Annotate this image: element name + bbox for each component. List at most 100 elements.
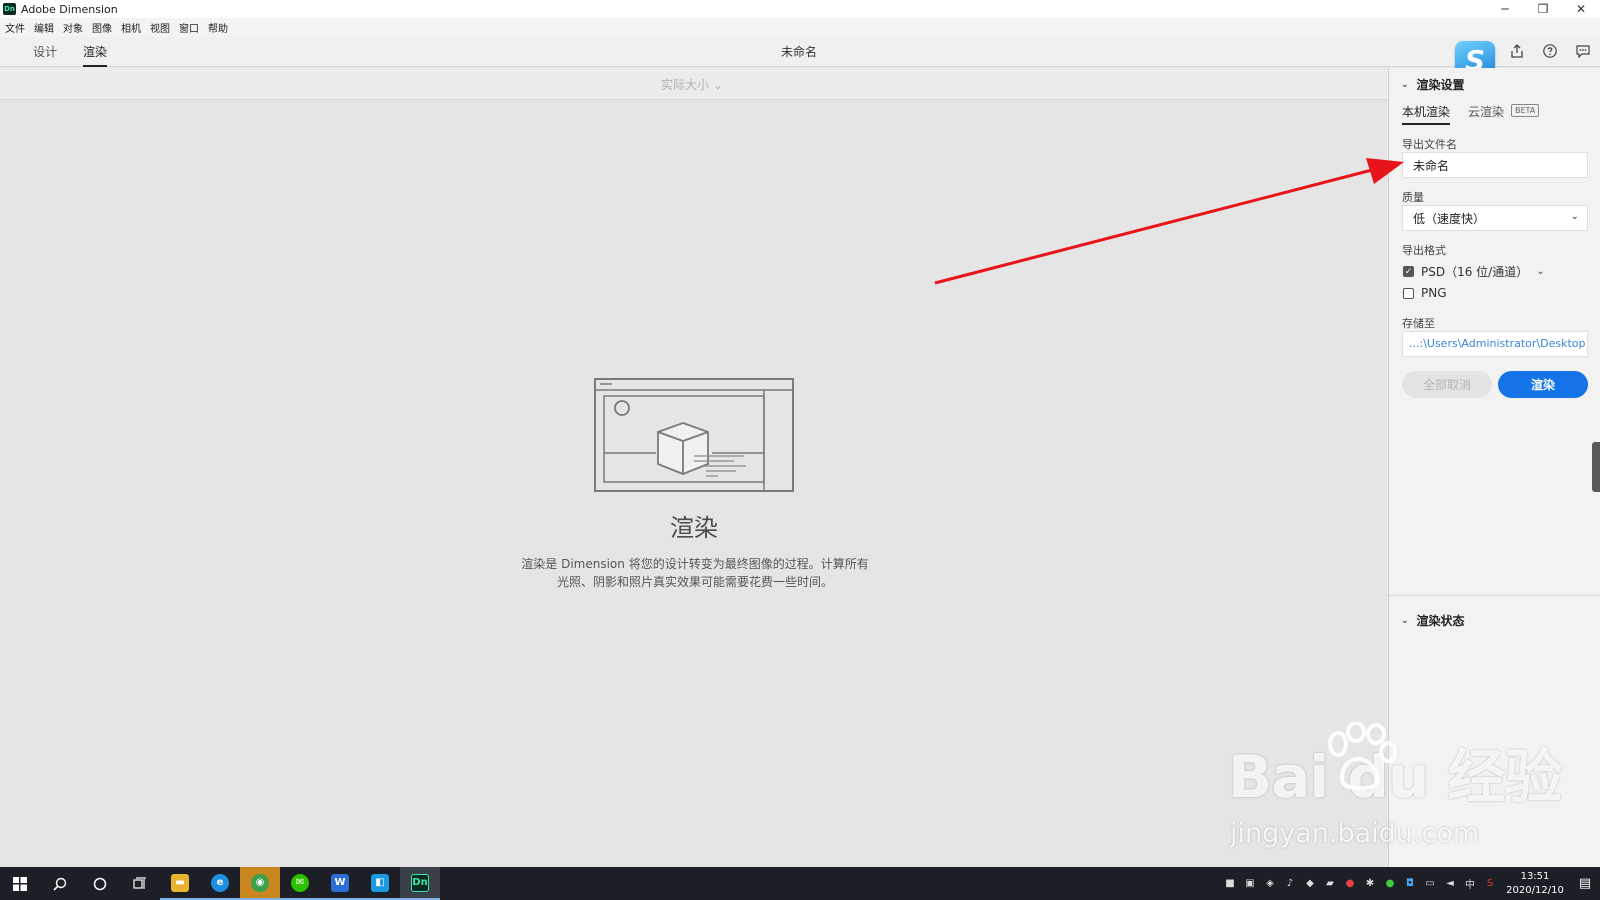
watermark-url: jingyan.baidu.com [1230, 818, 1480, 849]
taskbar-app-writer[interactable]: W [320, 867, 360, 900]
render-settings-title: 渲染设置 [1416, 78, 1465, 92]
baidu-watermark: Bai du 经验 jingyan.baidu.com [1228, 722, 1562, 849]
network-icon[interactable]: ▭ [1420, 867, 1440, 900]
shield-icon[interactable]: ◘ [1400, 867, 1420, 900]
filename-input[interactable] [1402, 152, 1588, 178]
tray-app-icon[interactable]: ▣ [1240, 867, 1260, 900]
system-tray: ■ ▣ ◈ ♪ ◆ ▰ ● ✱ ● ◘ ▭ ◄ 中 S 13:51 2020/1… [1220, 867, 1600, 900]
workspace-tab-bar: 设计 渲染 未命名 S [0, 37, 1600, 79]
tray-app-icon[interactable]: ✱ [1360, 867, 1380, 900]
restore-button[interactable]: ❐ [1524, 0, 1562, 18]
render-status-title: 渲染状态 [1416, 614, 1465, 628]
render-canvas: 渲染 渲染是 Dimension 将您的设计转变为最终图像的过程。计算所有光照、… [0, 100, 1388, 867]
menu-view[interactable]: 视图 [150, 20, 170, 35]
cortana-icon[interactable] [80, 867, 120, 900]
save-to-label: 存储至 [1402, 317, 1435, 330]
tab-cloud-render[interactable]: 云渲染 [1468, 103, 1504, 123]
png-checkbox[interactable] [1403, 287, 1414, 299]
menu-camera[interactable]: 相机 [121, 20, 141, 35]
windows-taskbar: ▬ e ◉ ✉ W ◧ Dn ■ ▣ ◈ ♪ ◆ ▰ ● ✱ ● ◘ ▭ ◄ 中… [0, 867, 1600, 900]
volume-icon[interactable]: ◄ [1440, 867, 1460, 900]
tab-local-render[interactable]: 本机渲染 [1402, 103, 1451, 125]
taskbar-app-dimension[interactable]: Dn [400, 867, 440, 900]
system-clock[interactable]: 13:51 2020/12/10 [1500, 870, 1570, 898]
format-psd-option[interactable]: ✓ PSD（16 位/通道） ⌄ [1403, 263, 1545, 280]
chevron-down-icon[interactable]: ⌄ [1536, 266, 1544, 277]
quality-value: 低（速度快） [1413, 212, 1486, 226]
canvas-zoom-bar: 实际大小 ⌄ [0, 68, 1388, 100]
menu-bar: 文件 编辑 对象 图像 相机 视图 窗口 帮助 [0, 18, 1600, 37]
tray-app-icon[interactable]: ◈ [1260, 867, 1280, 900]
export-format-label: 导出格式 [1402, 244, 1446, 257]
chevron-down-icon: ⌄ [1401, 79, 1409, 90]
png-label: PNG [1421, 286, 1447, 300]
share-icon[interactable] [1509, 43, 1525, 59]
beta-badge: BETA [1511, 104, 1540, 117]
menu-edit[interactable]: 编辑 [34, 20, 54, 35]
taskbar-app-file-explorer[interactable]: ▬ [160, 867, 200, 900]
task-view-icon[interactable] [120, 867, 160, 900]
wechat-tray-icon[interactable]: ● [1380, 867, 1400, 900]
render-illustration-icon [594, 378, 794, 492]
save-path-field[interactable]: ...:\Users\Administrator\Desktop [1402, 331, 1588, 357]
quality-label: 质量 [1402, 191, 1424, 204]
menu-window[interactable]: 窗口 [179, 20, 199, 35]
tray-app-icon[interactable]: ● [1340, 867, 1360, 900]
close-button[interactable]: ✕ [1562, 0, 1600, 18]
writer-icon: W [331, 873, 349, 892]
baidu-paw-logo [1328, 722, 1397, 791]
canvas-description: 渲染是 Dimension 将您的设计转变为最终图像的过程。计算所有光照、阴影和… [521, 557, 869, 589]
psd-checkbox[interactable]: ✓ [1403, 266, 1414, 277]
menu-help[interactable]: 帮助 [208, 20, 228, 35]
dimension-icon: Dn [411, 873, 429, 892]
cancel-all-button[interactable]: 全部取消 [1402, 371, 1492, 398]
clock-time: 13:51 [1520, 870, 1550, 882]
nvidia-icon[interactable]: ▰ [1320, 867, 1340, 900]
sogou-icon[interactable]: S [1480, 867, 1500, 900]
taskbar-app-green[interactable]: ◉ [240, 867, 280, 900]
tray-app-icon[interactable]: ■ [1220, 867, 1240, 900]
format-png-option[interactable]: PNG [1403, 286, 1447, 300]
zoom-dropdown[interactable]: 实际大小 ⌄ [661, 76, 723, 93]
document-title: 未命名 [781, 45, 818, 59]
app-icon: ◧ [371, 873, 389, 892]
taskbar-app-edge[interactable]: e [200, 867, 240, 900]
minimize-button[interactable]: ─ [1486, 0, 1524, 18]
input-method-indicator[interactable]: 中 [1460, 867, 1480, 900]
search-icon[interactable] [40, 867, 80, 900]
window-title: Adobe Dimension [21, 2, 118, 16]
window-controls: ─ ❐ ✕ [1486, 0, 1600, 18]
menu-image[interactable]: 图像 [92, 20, 112, 35]
microphone-icon[interactable]: ♪ [1280, 867, 1300, 900]
folder-icon: ▬ [171, 873, 189, 892]
app-icon: ◉ [251, 873, 269, 892]
render-settings-header[interactable]: ⌄ 渲染设置 [1401, 76, 1465, 93]
chevron-down-icon: ⌄ [1570, 211, 1579, 222]
filename-label: 导出文件名 [1402, 138, 1457, 151]
tray-app-icon[interactable]: ◆ [1300, 867, 1320, 900]
tab-design[interactable]: 设计 [33, 43, 57, 65]
menu-object[interactable]: 对象 [63, 20, 83, 35]
windows-logo-icon [13, 876, 27, 891]
canvas-heading: 渲染 [670, 514, 718, 542]
start-button[interactable] [0, 867, 40, 900]
title-bar: Dn Adobe Dimension ─ ❐ ✕ [0, 0, 1600, 18]
menu-file[interactable]: 文件 [5, 20, 25, 35]
clock-date: 2020/12/10 [1506, 884, 1564, 896]
notification-icon[interactable]: ▤ [1570, 867, 1600, 900]
quality-select[interactable]: 低（速度快） ⌄ [1402, 205, 1588, 231]
wechat-icon: ✉ [291, 873, 309, 892]
feedback-icon[interactable] [1575, 43, 1591, 59]
side-scroll-handle[interactable] [1592, 442, 1600, 492]
render-status-header[interactable]: ⌄ 渲染状态 [1401, 612, 1465, 629]
render-button[interactable]: 渲染 [1498, 371, 1588, 398]
taskbar-app-wechat[interactable]: ✉ [280, 867, 320, 900]
panel-divider [1389, 595, 1600, 596]
dimension-app-icon: Dn [3, 3, 16, 15]
edge-icon: e [211, 873, 229, 892]
psd-label: PSD（16 位/通道） [1421, 265, 1529, 279]
chevron-down-icon: ⌄ [1401, 615, 1409, 626]
taskbar-app-blue[interactable]: ◧ [360, 867, 400, 900]
tab-render[interactable]: 渲染 [83, 43, 108, 67]
help-icon[interactable] [1542, 43, 1558, 59]
